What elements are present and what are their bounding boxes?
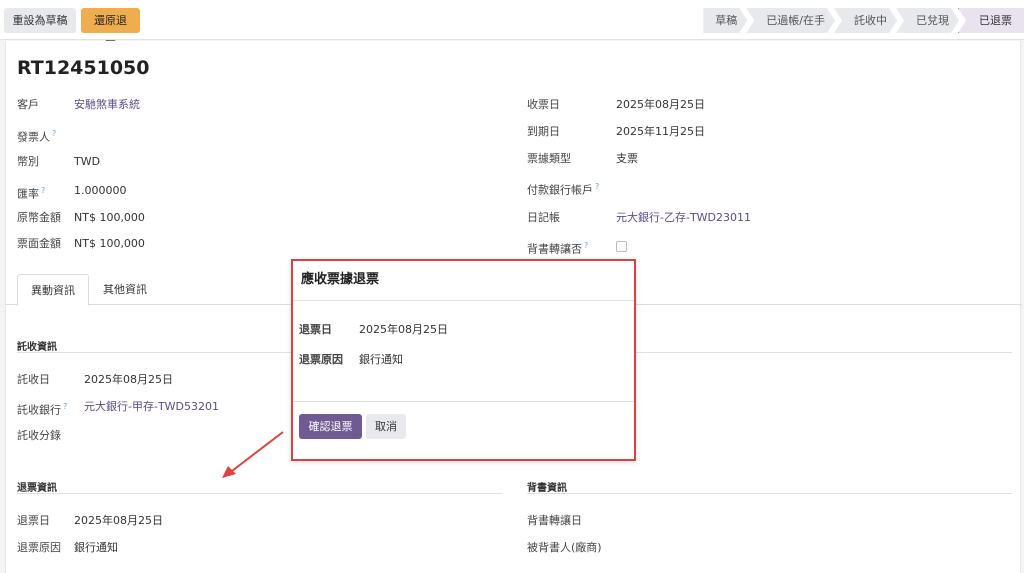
field-customer: 客戶 安馳煞車系統	[17, 96, 497, 114]
field-endorsee: 被背書人(廠商)	[527, 539, 1007, 557]
dialog-bounce-date-input[interactable]: 2025年08月25日	[359, 321, 448, 339]
status-step-cashed[interactable]: 已兌現	[896, 8, 959, 33]
field-label: 收票日	[527, 98, 560, 111]
field-label: 原幣金額	[17, 211, 61, 224]
field-label: 付款銀行帳戶	[527, 183, 593, 197]
field-label: 託收日	[17, 373, 50, 386]
field-label: 被背書人(廠商)	[527, 541, 602, 554]
dialog-footer-divider	[293, 401, 634, 402]
tab-other-info[interactable]: 其他資訊	[90, 274, 160, 305]
field-label: 背書轉讓否	[527, 242, 582, 256]
field-bounce-reason: 退票原因 銀行通知	[17, 539, 497, 557]
face-amount-value[interactable]: NT$ 100,000	[74, 235, 145, 253]
field-label: 託收銀行	[17, 403, 61, 417]
status-step-posted[interactable]: 已過帳/在手	[746, 8, 835, 33]
field-label: 退票日	[299, 323, 332, 336]
field-endorsement-transfer: 背書轉讓否?	[527, 237, 1007, 256]
customer-link[interactable]: 安馳煞車系統	[74, 96, 140, 114]
collection-date-value[interactable]: 2025年08月25日	[84, 371, 173, 389]
field-original-amount: 原幣金額 NT$ 100,000	[17, 209, 497, 227]
dialog-title: 應收票據退票	[293, 261, 634, 301]
status-step-draft[interactable]: 草稿	[703, 8, 747, 33]
journal-link[interactable]: 元大銀行-乙存-TWD23011	[616, 209, 751, 227]
field-payment-bank-account: 付款銀行帳戶?	[527, 178, 1007, 197]
field-label: 退票日	[17, 514, 50, 527]
annotation-arrow-icon	[222, 431, 284, 478]
field-label: 發票人	[17, 130, 50, 144]
return-note-dialog: 應收票據退票 退票日 2025年08月25日 退票原因 銀行通知 確認退票 取消	[291, 259, 636, 461]
field-label: 日記帳	[527, 211, 560, 224]
section-title-endorse: 背書資訊	[527, 479, 1012, 494]
field-bounce-date: 退票日 2025年08月25日	[17, 512, 497, 530]
field-exchange-rate: 匯率? 1.000000	[17, 182, 497, 201]
field-label: 幣別	[17, 155, 39, 168]
receive-date-value[interactable]: 2025年08月25日	[616, 96, 705, 114]
help-icon[interactable]: ?	[584, 241, 588, 250]
reset-to-draft-button[interactable]: 重設為草稿	[4, 8, 76, 33]
undo-return-button[interactable]: 還原退票	[81, 8, 140, 52]
field-label: 票面金額	[17, 237, 61, 250]
field-drawer: 發票人?	[17, 125, 497, 144]
dialog-field-bounce-date: 退票日 2025年08月25日	[299, 321, 629, 339]
bounce-reason-value[interactable]: 銀行通知	[74, 539, 118, 557]
field-label: 背書轉讓日	[527, 514, 582, 527]
currency-value[interactable]: TWD	[74, 153, 100, 171]
help-icon[interactable]: ?	[41, 186, 45, 195]
help-icon[interactable]: ?	[63, 402, 67, 411]
field-due-date: 到期日 2025年11月25日	[527, 123, 1007, 141]
record-title: RT12451050	[17, 57, 150, 79]
field-journal: 日記帳 元大銀行-乙存-TWD23011	[527, 209, 1007, 227]
field-face-amount: 票面金額 NT$ 100,000	[17, 235, 497, 253]
field-label: 退票原因	[299, 353, 343, 366]
field-note-type: 票據類型 支票	[527, 150, 1007, 168]
field-currency: 幣別 TWD	[17, 153, 497, 171]
section-title-bounce: 退票資訊	[17, 479, 502, 494]
confirm-return-button[interactable]: 確認退票	[299, 414, 362, 439]
field-label: 託收分錄	[17, 429, 61, 442]
field-endorse-date: 背書轉讓日	[527, 512, 1007, 530]
note-type-value[interactable]: 支票	[616, 150, 638, 168]
exchange-rate-value[interactable]: 1.000000	[74, 182, 127, 200]
status-step-collecting[interactable]: 託收中	[834, 8, 897, 33]
endorsement-checkbox[interactable]	[616, 241, 627, 252]
status-bar: 草稿 已過帳/在手 託收中 已兌現 已退票	[704, 8, 1024, 33]
bounce-date-value[interactable]: 2025年08月25日	[74, 512, 163, 530]
field-label: 票據類型	[527, 152, 571, 165]
field-label: 退票原因	[17, 541, 61, 554]
help-icon[interactable]: ?	[595, 182, 599, 191]
field-label: 客戶	[17, 98, 39, 111]
dialog-bounce-reason-input[interactable]: 銀行通知	[359, 351, 403, 369]
status-step-returned[interactable]: 已退票	[958, 8, 1024, 33]
original-amount-value[interactable]: NT$ 100,000	[74, 209, 145, 227]
collection-bank-link[interactable]: 元大銀行-甲存-TWD53201	[84, 398, 219, 416]
field-label: 到期日	[527, 125, 560, 138]
field-label: 匯率	[17, 187, 39, 201]
cancel-button[interactable]: 取消	[366, 414, 406, 439]
due-date-value[interactable]: 2025年11月25日	[616, 123, 705, 141]
help-icon[interactable]: ?	[52, 129, 56, 138]
dialog-field-bounce-reason: 退票原因 銀行通知	[299, 351, 629, 369]
tab-change-info[interactable]: 異動資訊	[17, 274, 89, 306]
control-panel: 重設為草稿 還原退票 草稿 已過帳/在手 託收中 已兌現 已退票	[0, 0, 1024, 52]
field-receive-date: 收票日 2025年08月25日	[527, 96, 1007, 114]
